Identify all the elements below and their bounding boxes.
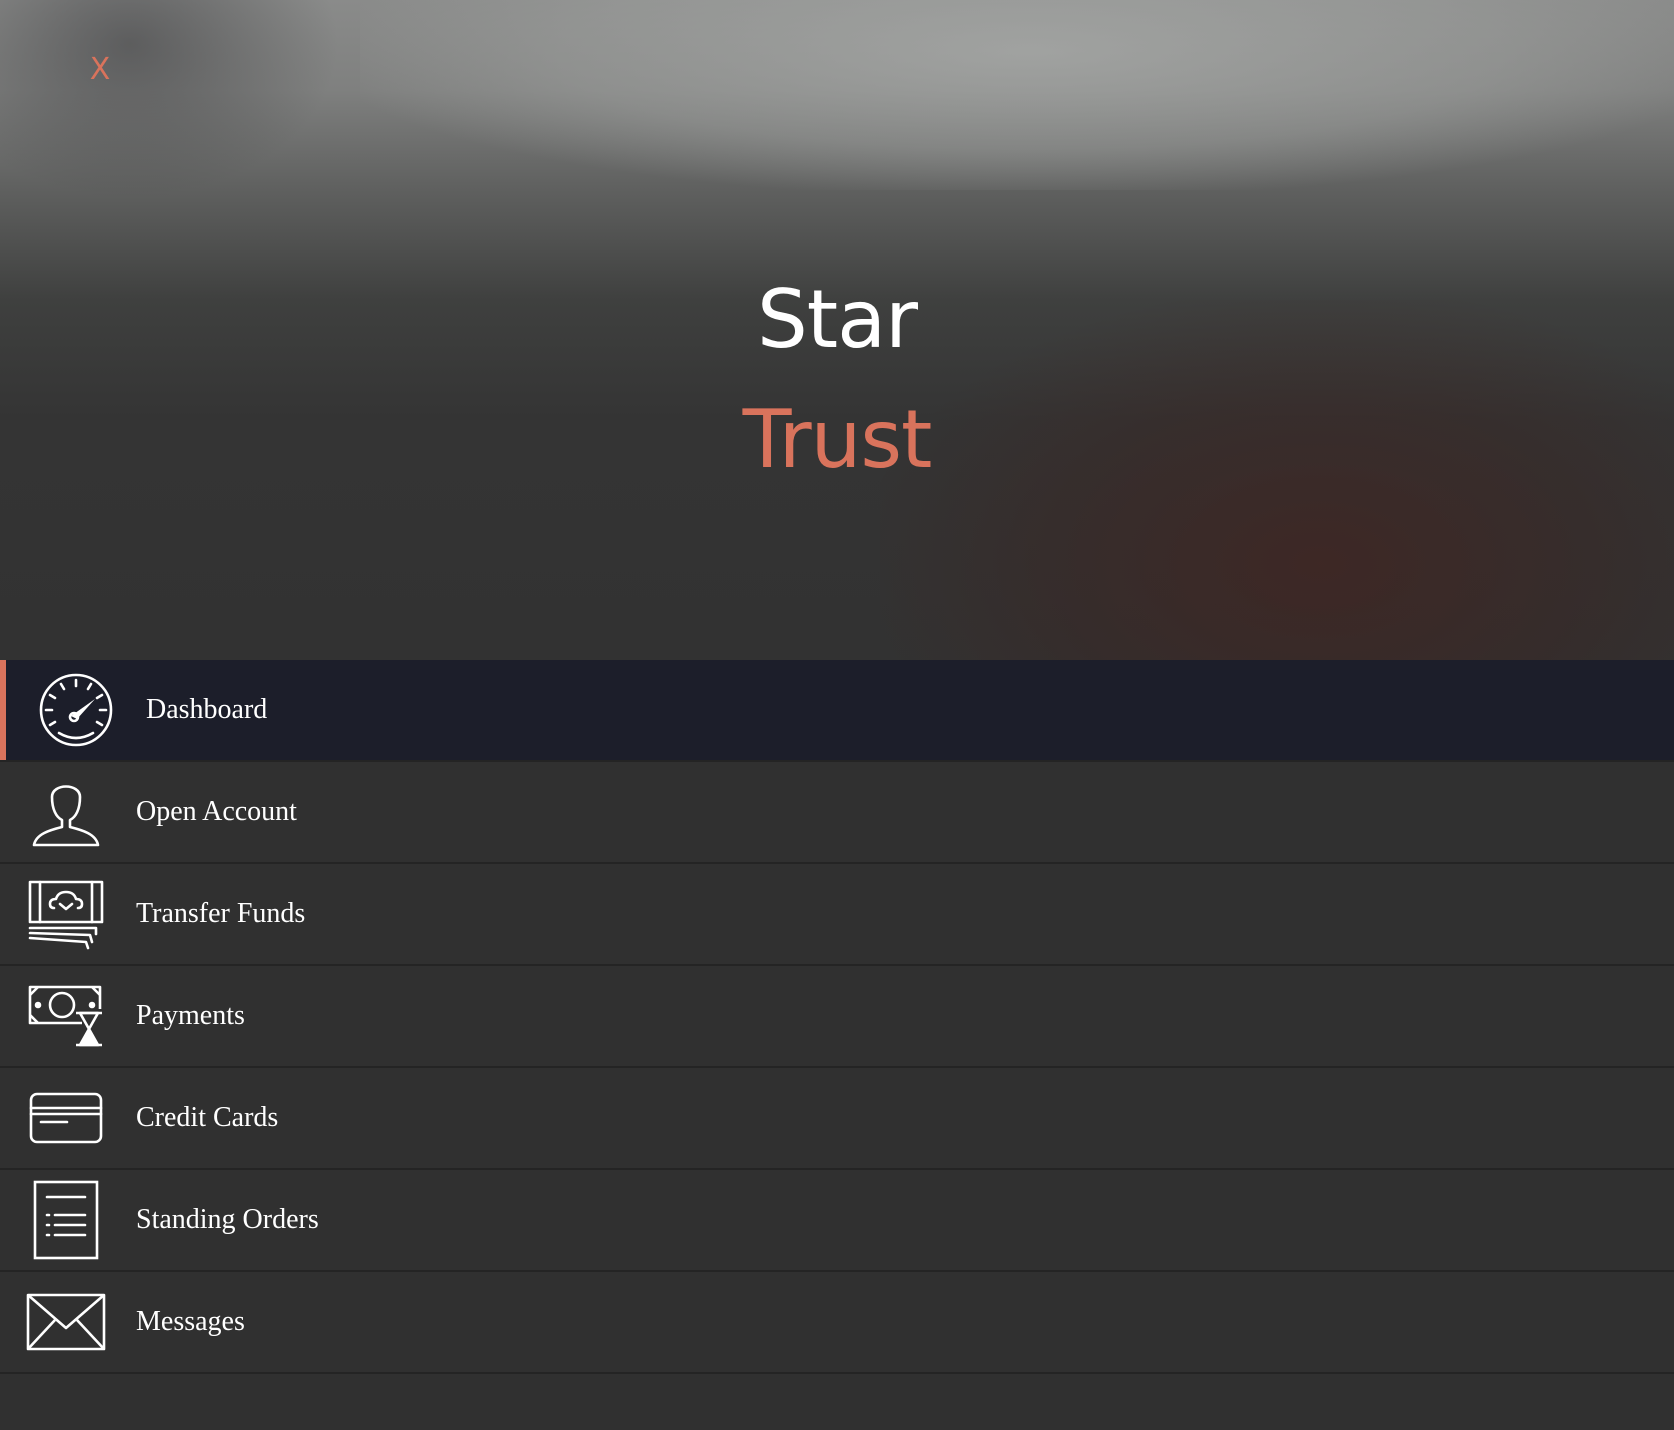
- menu-item-label: Dashboard: [146, 694, 268, 725]
- speedometer-icon: [34, 668, 118, 752]
- menu-footer: [0, 1374, 1674, 1430]
- hero-banner: X Star Trust: [0, 0, 1674, 660]
- hero-background-blur: [360, 0, 1674, 190]
- hero-background-shadow: [0, 0, 340, 200]
- brand-name-line1: Star: [756, 273, 918, 366]
- menu-item-messages[interactable]: Messages: [0, 1272, 1674, 1374]
- menu-item-standing-orders[interactable]: Standing Orders: [0, 1170, 1674, 1272]
- menu-item-label: Open Account: [136, 796, 297, 827]
- menu-item-dashboard[interactable]: Dashboard: [0, 660, 1674, 762]
- menu-item-transfer-funds[interactable]: Transfer Funds: [0, 864, 1674, 966]
- money-transfer-icon: [24, 872, 108, 956]
- menu-item-label: Credit Cards: [136, 1102, 279, 1133]
- brand-name-line2: Trust: [742, 393, 933, 486]
- menu-item-label: Transfer Funds: [136, 898, 306, 929]
- credit-card-icon: [24, 1076, 108, 1160]
- menu-item-label: Payments: [136, 1000, 245, 1031]
- menu-item-label: Messages: [136, 1306, 245, 1337]
- menu-item-credit-cards[interactable]: Credit Cards: [0, 1068, 1674, 1170]
- menu-item-open-account[interactable]: Open Account: [0, 762, 1674, 864]
- user-icon: [24, 770, 108, 854]
- brand-logo: Star Trust: [0, 270, 1674, 490]
- side-menu: Dashboard Open Account Transfer Funds Pa…: [0, 660, 1674, 1430]
- close-button[interactable]: X: [80, 48, 120, 92]
- menu-item-payments[interactable]: Payments: [0, 966, 1674, 1068]
- app-root: X Star Trust Dashboard Open Account Tran…: [0, 0, 1674, 1430]
- envelope-icon: [24, 1280, 108, 1364]
- payment-hourglass-icon: [24, 974, 108, 1058]
- menu-item-label: Standing Orders: [136, 1204, 319, 1235]
- document-list-icon: [24, 1178, 108, 1262]
